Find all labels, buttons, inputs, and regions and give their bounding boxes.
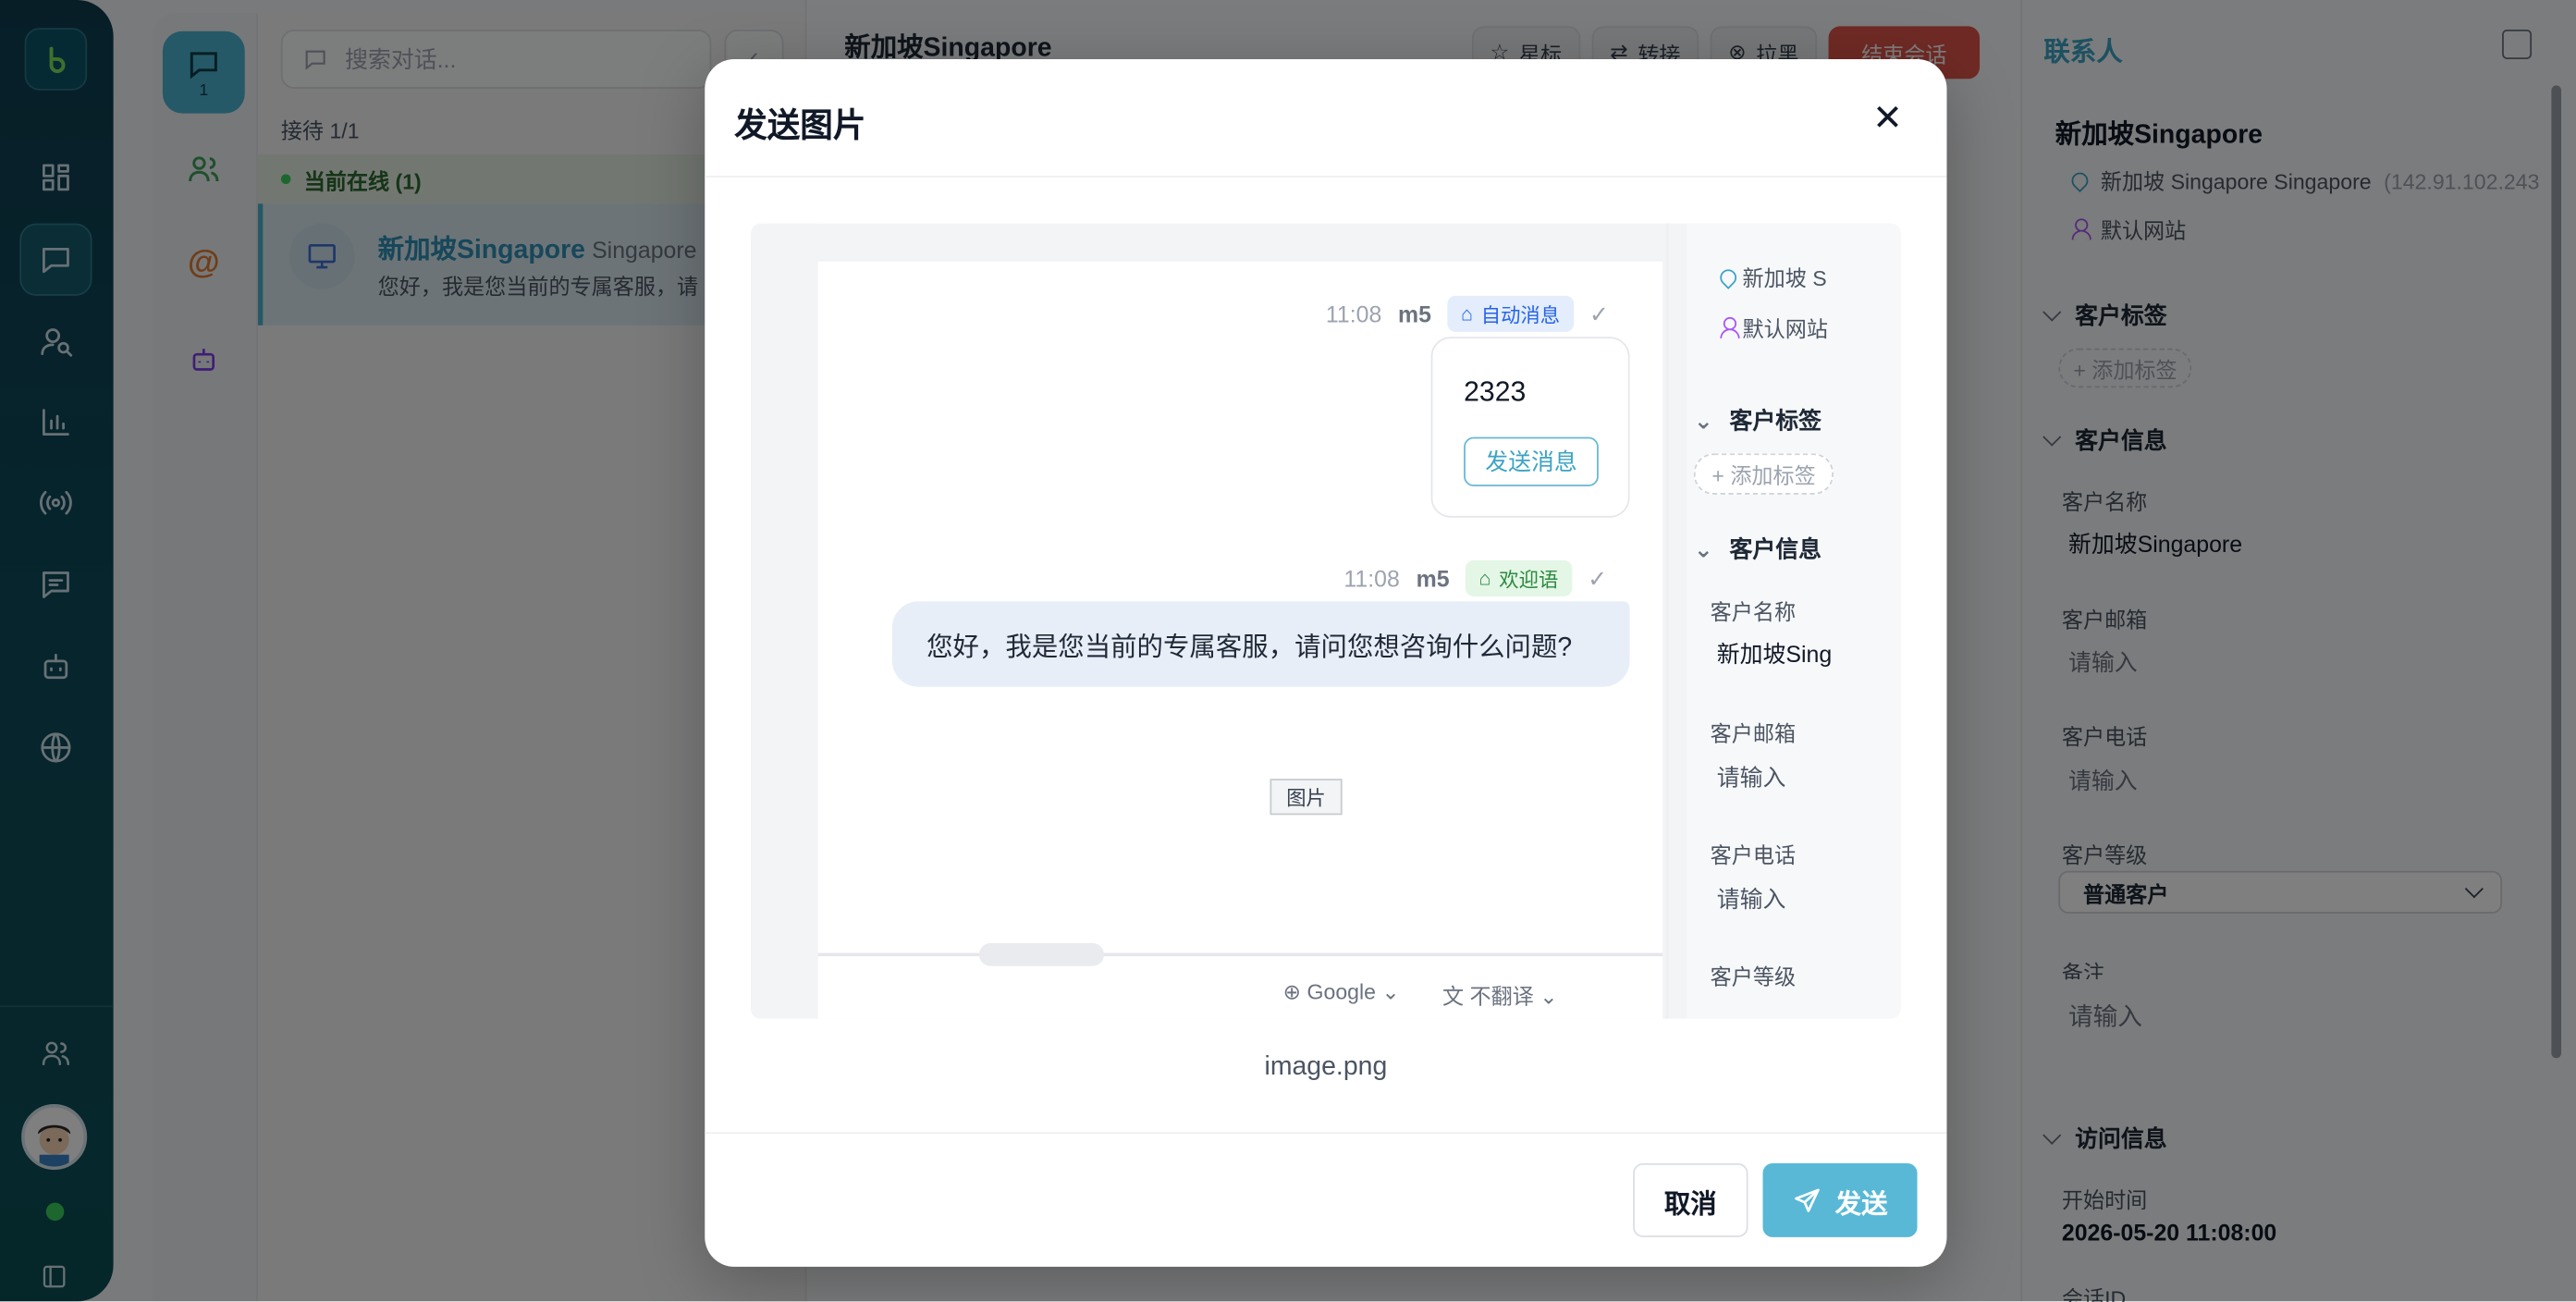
preview-info-title: 客户信息 (1729, 535, 1822, 562)
tag-icon: ⌂ (1478, 566, 1491, 590)
card-number: 2323 (1464, 375, 1527, 408)
preview-card-message: 2323 发送消息 (1430, 337, 1630, 518)
cancel-button[interactable]: 取消 (1633, 1162, 1748, 1237)
preview-scroll-track (817, 952, 1663, 957)
check-icon: ✓ (1588, 564, 1608, 591)
preview-location-text: 新加坡 S (1742, 265, 1827, 291)
msg2-tag: ⌂ 欢迎语 (1466, 559, 1572, 596)
preview-divider (817, 259, 1663, 262)
preview-email-label: 客户邮箱 (1710, 721, 1797, 746)
send-button[interactable]: 发送 (1762, 1162, 1918, 1237)
msg1-agent: m5 (1398, 301, 1432, 327)
msg1-tag-text: 自动消息 (1480, 302, 1561, 326)
preview-msg2-meta: 11:08 m5 ⌂ 欢迎语 ✓ (1343, 559, 1608, 596)
preview-tags-title: 客户标签 (1729, 407, 1822, 435)
footer-divider (705, 1132, 1947, 1134)
image-filename: image.png (1264, 1052, 1388, 1082)
preview-name-value: 新加坡Sing (1716, 640, 1833, 668)
preview-contact-panel: 新加坡 S 默认网站 ⌄ 客户标签 + 添加标签 ⌄ 客户信息 客户名称 新加坡Si… (1665, 223, 1901, 1019)
translate-mode: 不翻译 (1469, 984, 1534, 1009)
preview-scroll-thumb (978, 942, 1105, 966)
preview-chat: 11:08 m5 ⌂ 自动消息 ✓ 2323 发送消息 11:08 m5 ⌂ 欢迎语… (817, 259, 1663, 1019)
image-preview: 11:08 m5 ⌂ 自动消息 ✓ 2323 发送消息 11:08 m5 ⌂ 欢迎语… (750, 223, 1901, 1019)
translate-icon: 文 (1441, 984, 1465, 1009)
preview-site: 默认网站 (1720, 313, 1828, 344)
msg2-agent: m5 (1416, 565, 1450, 592)
preview-name-label: 客户名称 (1710, 599, 1797, 625)
close-icon: ✕ (1872, 96, 1903, 139)
preview-welcome-bubble: 您好，我是您当前的专属客服，请问您想咨询什么问题? (891, 601, 1630, 687)
preview-add-tag: + 添加标签 (1693, 453, 1834, 495)
preview-translate-bar: ⊕ Google ⌄ 文 不翻译 ⌄ (1282, 978, 1558, 1009)
tag-icon: ⌂ (1460, 301, 1473, 326)
person-icon (1720, 316, 1740, 339)
send-image-dialog: 发送图片 ✕ 11:08 m5 ⌂ 自动消息 ✓ 2323 发送消息 11:08 … (705, 58, 1947, 1267)
preview-level-label: 客户等级 (1710, 964, 1797, 989)
msg1-tag: ⌂ 自动消息 (1447, 295, 1574, 332)
send-icon (1795, 1187, 1820, 1211)
check-icon: ✓ (1589, 300, 1609, 326)
preview-location: 新加坡 S (1716, 262, 1827, 293)
preview-email-value: 请输入 (1716, 764, 1786, 791)
location-pin-icon (1716, 265, 1740, 289)
translate-engine: Google (1306, 978, 1376, 1004)
header-divider (705, 176, 1947, 178)
card-send-button: 发送消息 (1464, 436, 1599, 486)
preview-phone-label: 客户电话 (1710, 842, 1797, 868)
image-tooltip: 图片 (1270, 779, 1343, 816)
close-button[interactable]: ✕ (1865, 95, 1911, 141)
dialog-title: 发送图片 (734, 108, 866, 145)
msg2-time: 11:08 (1343, 565, 1400, 592)
msg1-time: 11:08 (1325, 301, 1382, 327)
preview-site-text: 默认网站 (1742, 316, 1828, 342)
preview-info-section: ⌄ 客户信息 (1694, 533, 1822, 566)
preview-panel-divider (1665, 223, 1670, 1019)
chevron-down-icon: ⌄ (1693, 406, 1713, 434)
preview-tags-section: ⌄ 客户标签 (1694, 404, 1822, 437)
preview-msg1-meta: 11:08 m5 ⌂ 自动消息 ✓ (1325, 295, 1609, 332)
chevron-down-icon: ⌄ (1693, 534, 1713, 561)
globe-icon: ⊕ (1282, 978, 1302, 1004)
preview-phone-value: 请输入 (1716, 885, 1786, 913)
send-label: 发送 (1834, 1190, 1888, 1219)
msg2-tag-text: 欢迎语 (1499, 567, 1559, 591)
